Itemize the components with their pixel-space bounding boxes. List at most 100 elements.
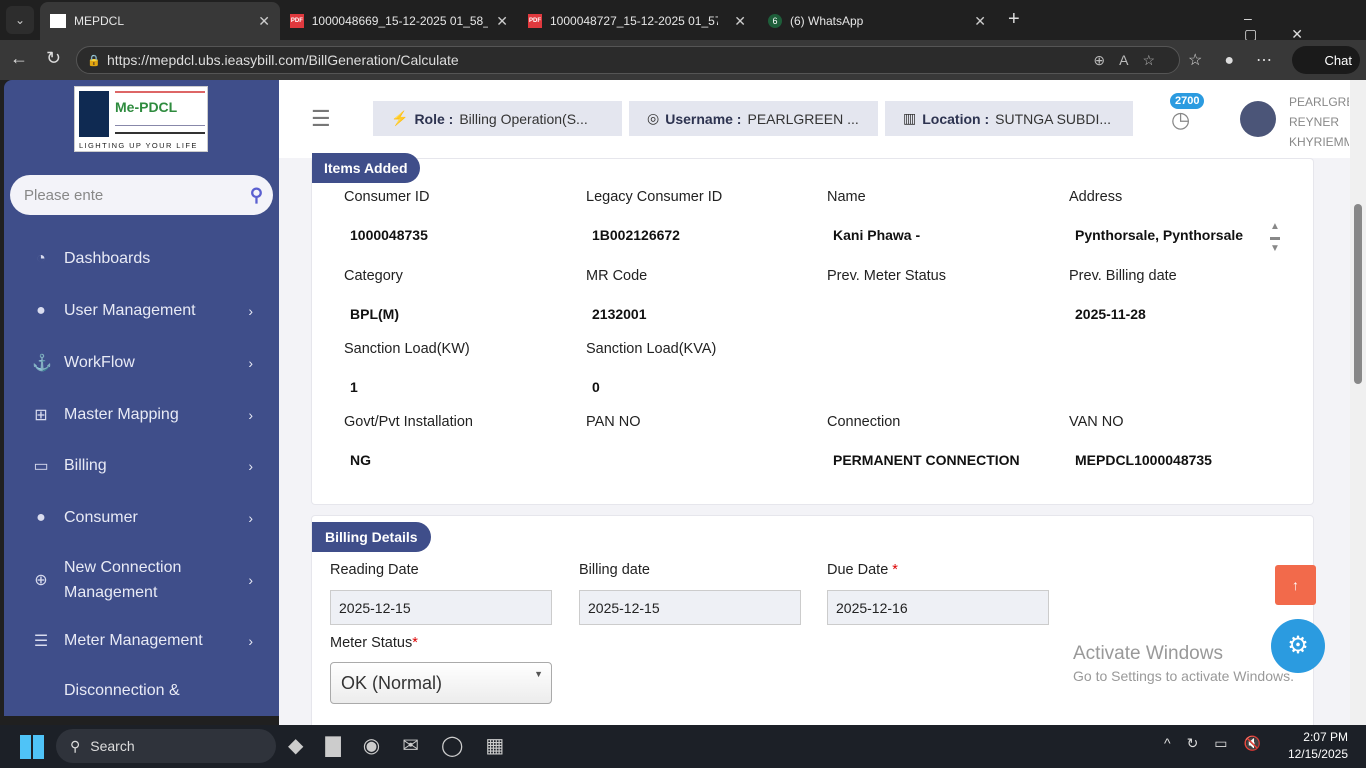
- reading-date-label: Reading Date: [330, 562, 419, 578]
- reload-icon[interactable]: ↻: [46, 48, 61, 69]
- taskbar-apps[interactable]: ◆▇◉✉◯▦: [288, 733, 526, 758]
- nav-label: Billing: [64, 457, 107, 474]
- time: 2:07 PM: [1303, 730, 1348, 744]
- field-value: Pynthorsale, Pynthorsale #1330107200: [1075, 227, 1244, 249]
- logo-line: [115, 91, 205, 93]
- billing-date-input[interactable]: 2025-12-15: [579, 590, 801, 625]
- close-tab-icon[interactable]: ✕: [496, 13, 508, 30]
- building-icon: ▥: [903, 110, 917, 126]
- user-name[interactable]: PEARLGRE REYNER KHYRIEMM: [1289, 92, 1349, 152]
- menu-toggle-icon[interactable]: ☰: [311, 106, 331, 132]
- items-added-title: Items Added: [312, 153, 420, 183]
- mepdcl-logo: Me-PDCL LIGHTING UP YOUR LIFE: [74, 86, 208, 152]
- field-value: PERMANENT CONNECTION: [833, 452, 1020, 468]
- activate-windows-title: Activate Windows: [1073, 643, 1223, 664]
- settings-gear-button[interactable]: ⚙: [1271, 619, 1325, 673]
- due-date-input[interactable]: 2025-12-16: [827, 590, 1049, 625]
- billing-date-label: Billing date: [579, 562, 650, 578]
- field-label: Govt/Pvt Installation: [344, 414, 473, 430]
- sidebar-item-billing[interactable]: ▭ Billing ›: [4, 453, 279, 479]
- sidebar-search-input[interactable]: Please ente ⚲: [10, 175, 273, 215]
- role-chip: ⚡ Role : Billing Operation(S...: [373, 101, 622, 136]
- sidebar-item-meter-management[interactable]: ☰ Meter Management ›: [4, 628, 279, 654]
- sidebar-item-disconnection[interactable]: Disconnection &: [4, 678, 279, 704]
- chat-label: Chat: [1324, 52, 1352, 68]
- items-added-card: Items Added Consumer ID 1000048735 Legacy …: [311, 153, 1314, 505]
- gauge-icon: ◔: [36, 250, 46, 267]
- user-icon: ●: [36, 509, 46, 526]
- search-label: Search: [90, 738, 135, 754]
- sitemap-icon: ⊞: [34, 407, 48, 424]
- url-input[interactable]: 🔒 https://mepdcl.ubs.ieasybill.com/BillGe…: [76, 46, 1180, 74]
- reading-date-input[interactable]: 2025-12-15: [330, 590, 552, 625]
- back-icon[interactable]: ←: [10, 48, 28, 69]
- scrollbar-thumb[interactable]: [1354, 204, 1362, 384]
- address-scroll-arrows[interactable]: ▲ ▬ ▼: [1270, 221, 1280, 254]
- close-tab-icon[interactable]: ✕: [974, 13, 986, 30]
- tab-list-button[interactable]: ⌄: [6, 6, 34, 34]
- close-tab-icon[interactable]: ✕: [258, 13, 270, 30]
- sidebar-item-new-connection[interactable]: ⊕ New Connection Management ›: [4, 554, 279, 606]
- pdf-icon: PDF: [528, 14, 542, 28]
- field-label: Consumer ID: [344, 189, 430, 205]
- clock[interactable]: 2:07 PM 12/15/2025: [1282, 729, 1348, 763]
- chevron-right-icon: ›: [248, 572, 253, 588]
- sidebar-item-consumer[interactable]: ● Consumer ›: [4, 505, 279, 531]
- nav-label: Master Mapping: [64, 406, 179, 423]
- url-text: https://mepdcl.ubs.ieasybill.com/BillGen…: [107, 52, 459, 68]
- tab-pdf-1[interactable]: PDF 1000048669_15-12-2025 01_58_53 ✕: [280, 6, 518, 36]
- field-label: Sanction Load(KW): [344, 341, 470, 357]
- page-scrollbar[interactable]: [1350, 80, 1366, 725]
- field-value: 1000048735: [350, 227, 428, 243]
- user-icon: ●: [36, 302, 46, 319]
- copilot-chat-button[interactable]: Chat: [1292, 46, 1360, 74]
- location-chip: ▥ Location : SUTNGA SUBDI...: [885, 101, 1133, 136]
- billing-date-value: 2025-12-15: [588, 599, 660, 616]
- tab-mepdcl[interactable]: MEPDCL ✕: [40, 2, 280, 40]
- sidebar-item-user-management[interactable]: ● User Management ›: [4, 298, 279, 324]
- tab-whatsapp[interactable]: 6 (6) WhatsApp ✕: [758, 6, 996, 36]
- windows-start-icon[interactable]: [20, 735, 44, 759]
- window-controls[interactable]: –▢✕: [1244, 10, 1366, 43]
- new-tab-button[interactable]: +: [1008, 8, 1020, 31]
- toolbar-icons[interactable]: ☆●⋯: [1188, 50, 1294, 70]
- sidebar-item-master-mapping[interactable]: ⊞ Master Mapping ›: [4, 402, 279, 428]
- activate-windows-subtitle: Go to Settings to activate Windows.: [1073, 668, 1294, 684]
- field-label: Legacy Consumer ID: [586, 189, 723, 205]
- favicon-icon: [50, 14, 66, 28]
- tab-title: 1000048669_15-12-2025 01_58_53: [311, 14, 489, 28]
- reading-date-value: 2025-12-15: [339, 599, 411, 616]
- meter-status-select[interactable]: OK (Normal) ▼: [330, 662, 552, 704]
- plus-circle-icon: ⊕: [34, 572, 48, 589]
- sidebar: Me-PDCL LIGHTING UP YOUR LIFE Please ent…: [4, 80, 279, 716]
- tab-pdf-2[interactable]: PDF 1000048727_15-12-2025 01_57_07 ✕: [518, 6, 756, 36]
- field-label: MR Code: [586, 268, 648, 284]
- search-icon: ⚲: [70, 737, 81, 754]
- nav-label: Meter Management: [64, 632, 203, 649]
- scroll-to-top-button[interactable]: ↑: [1275, 565, 1316, 605]
- nav-label: Consumer: [64, 509, 138, 526]
- field-label: PAN NO: [586, 414, 641, 430]
- sidebar-item-workflow[interactable]: ⚓ WorkFlow ›: [4, 350, 279, 376]
- location-label: Location :: [922, 110, 990, 127]
- username-value: PEARLGREEN ...: [747, 110, 859, 127]
- field-value: 1: [350, 379, 358, 395]
- field-label: Prev. Billing date: [1069, 268, 1177, 284]
- sidebar-item-dashboards[interactable]: ◔ Dashboards: [4, 246, 279, 272]
- system-tray-icons[interactable]: ^↻▭🔇: [1164, 735, 1277, 752]
- anchor-icon: ⚓: [32, 355, 52, 372]
- required-mark: *: [412, 635, 418, 651]
- field-value: BPL(M): [350, 306, 399, 322]
- taskbar-search[interactable]: ⚲ Search: [56, 729, 276, 763]
- url-actions-icons[interactable]: ⊕A☆: [1093, 52, 1169, 69]
- logo-line: [115, 132, 205, 134]
- search-icon[interactable]: ⚲: [250, 185, 263, 206]
- nav-label: User Management: [64, 302, 196, 319]
- meter-status-value: OK (Normal): [341, 672, 443, 693]
- close-tab-icon[interactable]: ✕: [734, 13, 746, 30]
- avatar[interactable]: [1240, 101, 1276, 137]
- role-value: Billing Operation(S...: [459, 110, 588, 127]
- monitor-icon: ▭: [33, 458, 49, 475]
- clock-icon[interactable]: ◷: [1171, 107, 1190, 133]
- browser-tab-bar: ⌄ MEPDCL ✕ PDF 1000048669_15-12-2025 01_58…: [0, 0, 1366, 43]
